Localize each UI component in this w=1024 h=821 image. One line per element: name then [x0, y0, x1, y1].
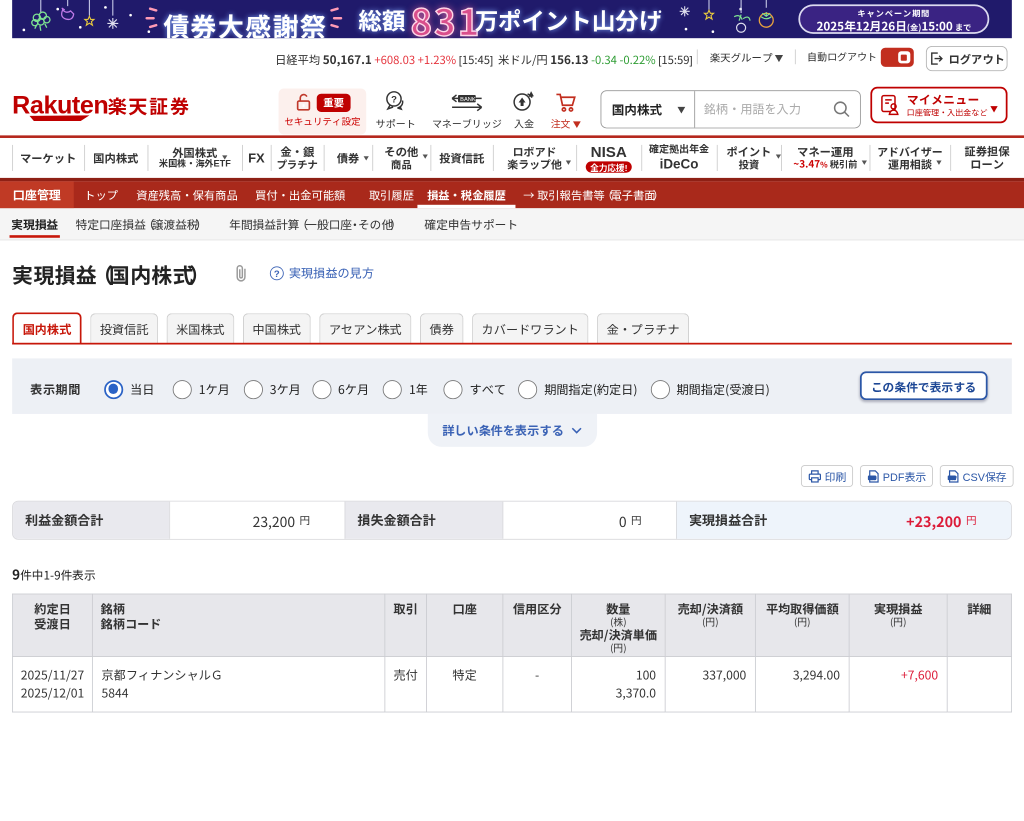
svg-text:PDF: PDF — [869, 476, 877, 480]
svg-text:楽天証券: 楽天証券 — [108, 93, 191, 120]
svg-text:Rakuten: Rakuten — [13, 92, 108, 120]
svg-text:?: ? — [391, 94, 397, 105]
svg-text:CSV: CSV — [949, 476, 957, 480]
svg-text:BANK: BANK — [460, 97, 476, 103]
